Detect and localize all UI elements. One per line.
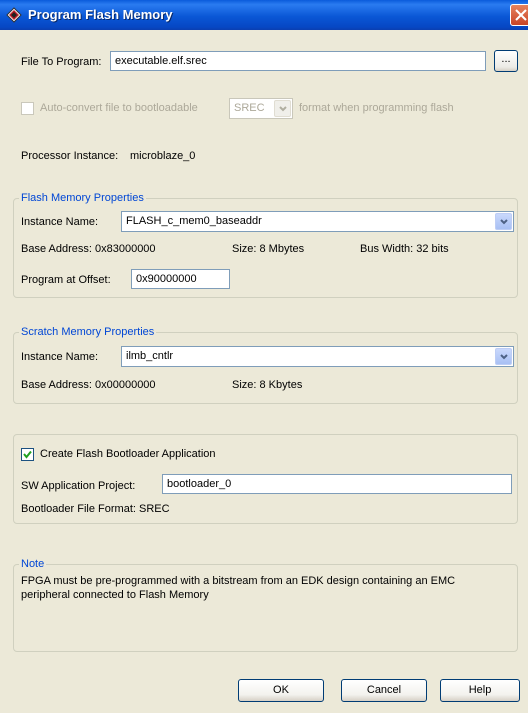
scratch-instance-dropdown-button[interactable] — [495, 348, 512, 365]
browse-button[interactable]: ... — [494, 50, 518, 72]
scratch-instance-value: ilmb_cntlr — [126, 350, 174, 362]
scratch-size: Size: 8 Kbytes — [232, 379, 303, 391]
flash-instance-dropdown-button[interactable] — [495, 213, 512, 230]
scratch-instance-label: Instance Name: — [21, 351, 99, 363]
scratch-instance-select[interactable]: ilmb_cntlr — [121, 346, 514, 367]
offset-input[interactable]: 0x90000000 — [131, 269, 230, 289]
processor-value: microblaze_0 — [130, 150, 196, 162]
file-to-program-label: File To Program: — [21, 56, 102, 68]
flash-instance-label: Instance Name: — [21, 216, 99, 228]
flash-instance-select[interactable]: FLASH_c_mem0_baseaddr — [121, 211, 514, 232]
flash-bus-width: Bus Width: 32 bits — [360, 243, 449, 255]
bootloader-format-label: Bootloader File Format: SREC — [21, 503, 170, 515]
flash-base-address: Base Address: 0x83000000 — [21, 243, 156, 255]
flash-memory-group-title: Flash Memory Properties — [19, 191, 146, 205]
create-bootloader-label: Create Flash Bootloader Application — [40, 448, 216, 460]
sw-project-label: SW Application Project: — [21, 480, 136, 492]
note-group-title: Note — [19, 557, 47, 571]
help-button[interactable]: Help — [440, 679, 520, 702]
close-icon — [515, 9, 527, 21]
app-icon — [6, 7, 22, 23]
title-bar[interactable]: Program Flash Memory — [0, 0, 528, 30]
close-button[interactable] — [510, 4, 528, 26]
flash-size: Size: 8 Mbytes — [232, 243, 305, 255]
chevron-down-icon — [500, 354, 508, 360]
sw-project-input[interactable]: bootloader_0 — [162, 474, 512, 494]
chevron-down-icon — [500, 219, 508, 225]
note-text-line1: FPGA must be pre-programmed with a bitst… — [21, 575, 456, 587]
autoconvert-label: Auto-convert file to bootloadable — [40, 102, 198, 114]
scratch-memory-group-title: Scratch Memory Properties — [19, 325, 157, 339]
scratch-base-address: Base Address: 0x00000000 — [21, 379, 156, 391]
flash-instance-value: FLASH_c_mem0_baseaddr — [126, 215, 262, 227]
offset-label: Program at Offset: — [21, 274, 111, 286]
scratch-memory-group — [13, 332, 518, 404]
chevron-down-icon — [279, 106, 287, 112]
processor-label: Processor Instance: — [21, 150, 119, 162]
format-select[interactable]: SREC — [229, 98, 293, 119]
autoconvert-suffix: format when programming flash — [299, 102, 454, 114]
format-select-value: SREC — [234, 102, 265, 114]
checkmark-icon — [23, 450, 32, 459]
cancel-button[interactable]: Cancel — [341, 679, 427, 702]
create-bootloader-checkbox[interactable] — [21, 448, 34, 461]
note-text-line2: peripheral connected to Flash Memory — [21, 589, 209, 601]
window-title: Program Flash Memory — [28, 7, 173, 22]
format-dropdown-button[interactable] — [274, 100, 291, 117]
ok-button[interactable]: OK — [238, 679, 324, 702]
autoconvert-checkbox[interactable] — [21, 102, 34, 115]
file-to-program-input[interactable]: executable.elf.srec — [110, 51, 486, 71]
